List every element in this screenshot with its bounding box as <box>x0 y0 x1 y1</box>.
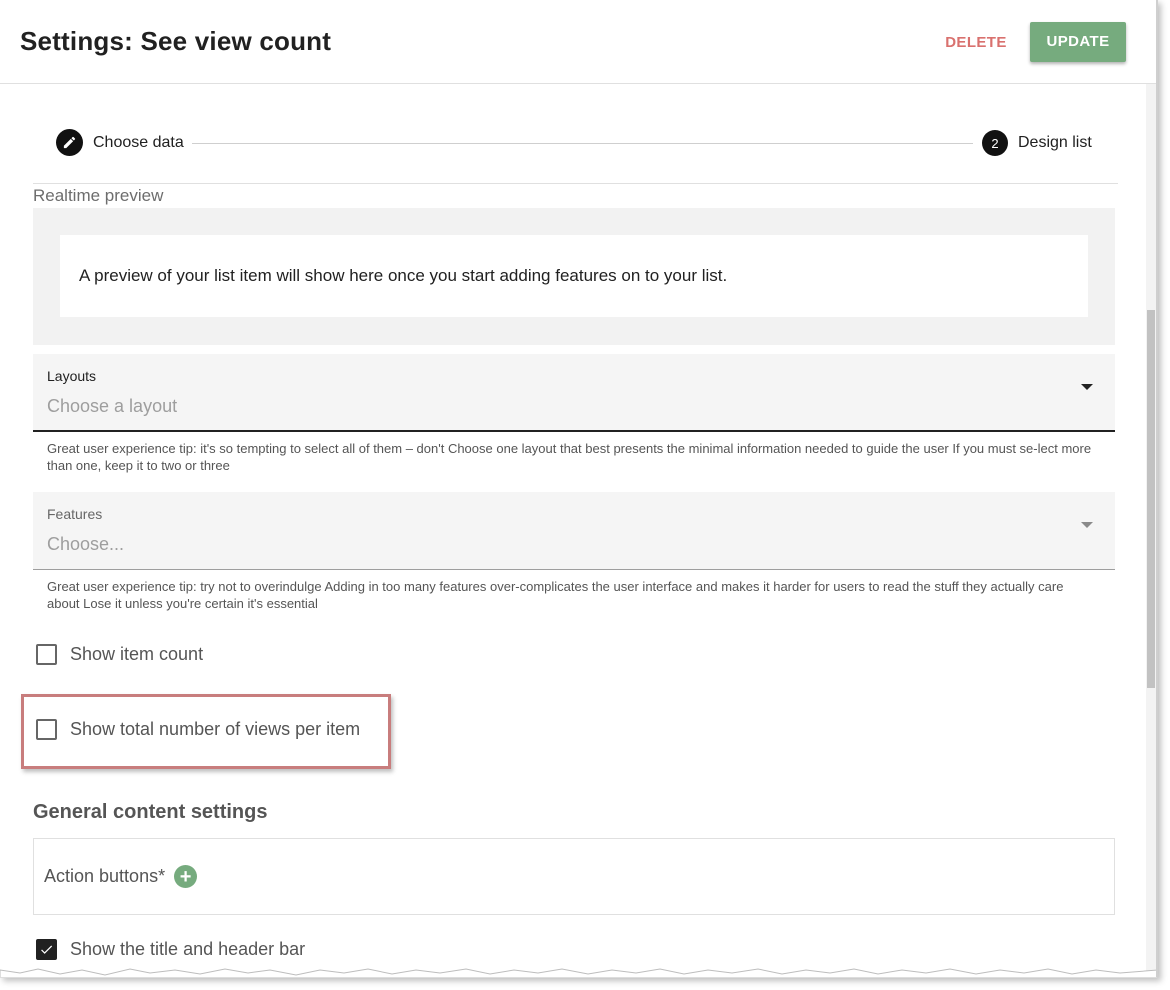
pencil-icon <box>56 129 83 156</box>
show-item-count-label: Show item count <box>70 644 204 664</box>
section-title: General content settings <box>33 801 268 823</box>
field-underline <box>33 569 1115 570</box>
show-views-option[interactable]: Show total number of views per item <box>36 719 360 740</box>
step-design-list[interactable]: 2 Design list <box>982 130 1092 156</box>
layouts-select[interactable]: Layouts Choose a layout <box>33 354 1115 432</box>
features-label: Features <box>47 506 103 522</box>
step-number-badge: 2 <box>982 130 1008 156</box>
action-buttons-label: Action buttons* <box>44 866 166 886</box>
delete-button[interactable]: DELETE <box>934 26 1018 60</box>
caret-down-icon <box>1081 384 1093 390</box>
page-title: Settings: See view count <box>20 26 332 56</box>
stepper-connector <box>192 143 973 144</box>
features-select[interactable]: Features Choose... <box>33 492 1115 570</box>
show-title-header-option[interactable]: Show the title and header bar <box>36 939 305 960</box>
caret-down-icon <box>1081 522 1093 528</box>
torn-edge-decoration <box>0 968 1156 977</box>
action-buttons-row: Action buttons* + <box>44 865 198 888</box>
add-icon[interactable]: + <box>174 865 198 888</box>
dialog-header: Settings: See view count DELETE UPDATE <box>0 0 1156 84</box>
show-title-header-label: Show the title and header bar <box>70 939 306 959</box>
step-label: Design list <box>1018 134 1092 151</box>
step-label: Choose data <box>93 133 184 151</box>
show-views-label: Show total number of views per item <box>70 719 361 739</box>
stepper-divider <box>33 183 1118 184</box>
layouts-placeholder: Choose a layout <box>47 396 178 416</box>
action-buttons-panel: Action buttons* + <box>33 838 1115 915</box>
layouts-tip: Great user experience tip: it's so tempt… <box>47 441 1092 473</box>
step-choose-data[interactable]: Choose data <box>56 129 184 156</box>
layouts-label: Layouts <box>47 368 97 384</box>
scrollbar-thumb[interactable] <box>1147 310 1155 688</box>
check-icon <box>41 945 53 954</box>
preview-card: A preview of your list item will show he… <box>60 235 1088 317</box>
features-placeholder: Choose... <box>47 534 125 554</box>
field-underline <box>33 430 1115 432</box>
update-button[interactable]: UPDATE <box>1030 22 1126 62</box>
show-item-count-checkbox[interactable] <box>36 644 57 665</box>
features-tip: Great user experience tip: try not to ov… <box>47 579 1064 611</box>
show-item-count-option[interactable]: Show item count <box>36 644 203 665</box>
show-title-header-checkbox[interactable] <box>36 939 57 960</box>
preview-label: Realtime preview <box>33 186 164 205</box>
settings-dialog: Settings: See view count DELETE UPDATE C… <box>0 0 1158 978</box>
show-views-checkbox[interactable] <box>36 719 57 740</box>
